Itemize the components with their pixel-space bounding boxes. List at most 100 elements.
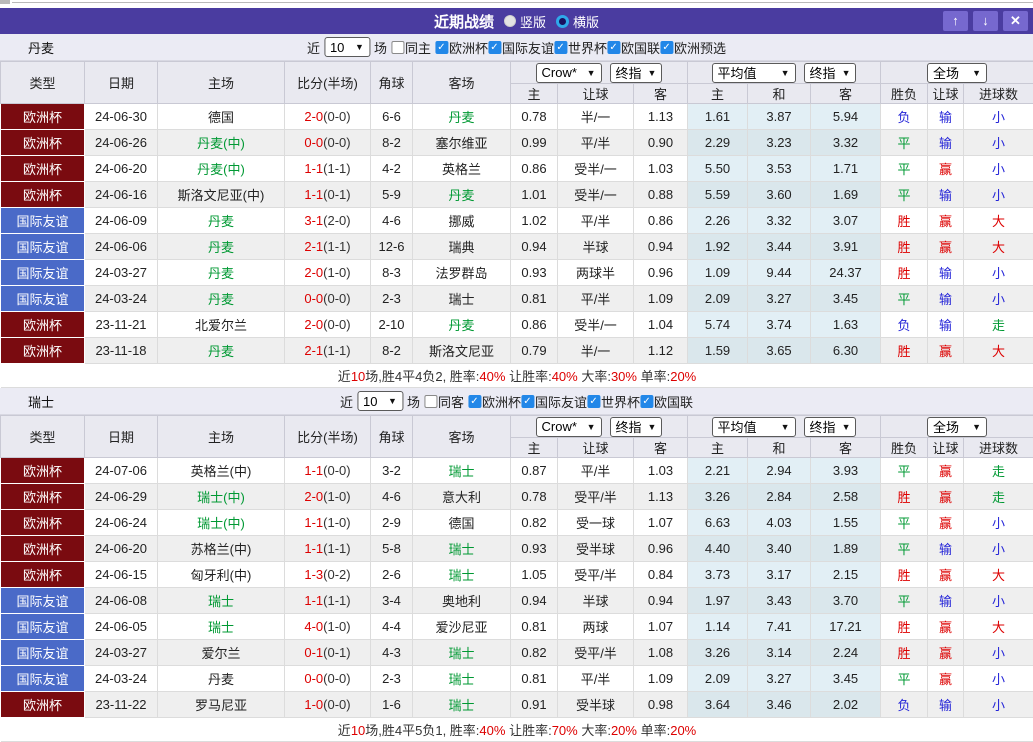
result-handicap: 赢 [928, 614, 964, 640]
bookmaker-select[interactable]: Crow*▼ [536, 417, 602, 437]
average-select[interactable]: 平均值▼ [712, 63, 796, 83]
bookmaker-select[interactable]: Crow*▼ [536, 63, 602, 83]
full-time-score: 1-0 [304, 697, 323, 712]
chevron-down-icon: ▼ [587, 68, 596, 78]
match-date: 24-06-05 [85, 614, 158, 640]
recent-count-value: 10 [330, 40, 344, 55]
home-team: 丹麦 [158, 338, 285, 364]
competition-checkbox[interactable]: ✓欧国联 [607, 38, 660, 57]
summary-stat-value: 40% [552, 369, 578, 384]
half-time-score: (1-1) [323, 343, 350, 358]
odds-handicap: 受半/一 [558, 156, 634, 182]
result-goals: 小 [964, 640, 1033, 666]
match-date: 24-06-15 [85, 562, 158, 588]
close-button[interactable]: ✕ [1003, 11, 1028, 31]
col-header-odds-handicap: 让球 [558, 438, 634, 458]
home-team: 丹麦 [158, 234, 285, 260]
recent-count-select[interactable]: 10 ▼ [324, 37, 370, 57]
checkbox-unchecked-icon [424, 395, 437, 408]
avg-away: 2.58 [811, 484, 881, 510]
home-team: 丹麦 [158, 666, 285, 692]
scope-select[interactable]: 全场▼ [927, 417, 987, 437]
match-type-badge: 国际友谊 [1, 260, 85, 286]
match-type-badge: 欧洲杯 [1, 130, 85, 156]
odds-away: 1.09 [634, 666, 688, 692]
full-time-score: 3-1 [304, 213, 323, 228]
corner-count: 2-3 [371, 286, 413, 312]
layout-horizontal-radio[interactable]: 横版 [556, 12, 599, 31]
home-team: 丹麦 [158, 286, 285, 312]
result-handicap: 输 [928, 536, 964, 562]
full-time-score: 1-3 [304, 567, 323, 582]
match-type-badge: 国际友谊 [1, 286, 85, 312]
chevron-down-icon: ▼ [842, 68, 851, 78]
home-team: 苏格兰(中) [158, 536, 285, 562]
average-stage-select[interactable]: 终指▼ [804, 417, 857, 437]
col-header-away: 客场 [413, 62, 511, 104]
match-type-badge: 欧洲杯 [1, 692, 85, 718]
checkbox-checked-icon: ✓ [607, 41, 620, 54]
result-handicap: 输 [928, 104, 964, 130]
competition-checkbox[interactable]: ✓欧国联 [640, 392, 693, 411]
avg-draw: 3.27 [748, 286, 811, 312]
competition-checkbox[interactable]: ✓世界杯 [554, 38, 607, 57]
odds-stage-select[interactable]: 终指▼ [610, 417, 663, 437]
col-header-date: 日期 [85, 62, 158, 104]
result-goals: 走 [964, 484, 1033, 510]
col-header-handicap-result: 让球 [928, 438, 964, 458]
games-label: 场 [374, 38, 387, 57]
match-date: 24-06-30 [85, 104, 158, 130]
competition-checkbox[interactable]: ✓欧洲杯 [468, 392, 521, 411]
odds-handicap: 受平/半 [558, 640, 634, 666]
same-venue-checkbox[interactable]: 同主 [391, 38, 431, 57]
competition-checkbox[interactable]: ✓欧洲杯 [435, 38, 488, 57]
odds-home: 0.82 [511, 510, 558, 536]
scope-select[interactable]: 全场▼ [927, 63, 987, 83]
summary-text: 近 [338, 369, 351, 384]
recent-label: 近 [340, 392, 353, 411]
avg-home: 1.92 [688, 234, 748, 260]
odds-stage-select[interactable]: 终指▼ [610, 63, 663, 83]
same-venue-checkbox[interactable]: 同客 [424, 392, 464, 411]
competition-checkbox[interactable]: ✓国际友谊 [521, 392, 587, 411]
match-type-badge: 国际友谊 [1, 588, 85, 614]
competition-checkbox[interactable]: ✓欧洲预选 [660, 38, 726, 57]
average-stage-select[interactable]: 终指▼ [804, 63, 857, 83]
half-time-score: (1-1) [323, 239, 350, 254]
match-row: 欧洲杯24-06-15匈牙利(中)1-3(0-2)2-6瑞士1.05受平/半0.… [1, 562, 1033, 588]
odds-away: 1.13 [634, 484, 688, 510]
corner-count: 6-6 [371, 104, 413, 130]
avg-home: 2.26 [688, 208, 748, 234]
result-win-draw-loss: 平 [881, 458, 928, 484]
result-handicap: 输 [928, 286, 964, 312]
summary-stat-value: 40% [479, 723, 505, 738]
score-cell: 1-1(0-0) [285, 458, 371, 484]
competition-checkbox[interactable]: ✓世界杯 [587, 392, 640, 411]
avg-home: 4.40 [688, 536, 748, 562]
summary-text: 场,胜4平4负2, 胜率: [365, 369, 479, 384]
radio-off-icon [504, 15, 516, 27]
col-header-handicap-result: 让球 [928, 84, 964, 104]
scroll-up-button[interactable]: ↑ [943, 11, 968, 31]
layout-vertical-radio[interactable]: 竖版 [504, 12, 546, 31]
corner-count: 4-3 [371, 640, 413, 666]
average-select[interactable]: 平均值▼ [712, 417, 796, 437]
odds-away: 0.98 [634, 692, 688, 718]
recent-count-select[interactable]: 10 ▼ [357, 391, 403, 411]
avg-away: 3.70 [811, 588, 881, 614]
avg-draw: 3.74 [748, 312, 811, 338]
half-time-score: (0-0) [323, 109, 350, 124]
result-goals: 走 [964, 458, 1033, 484]
col-header-type: 类型 [1, 62, 85, 104]
avg-away: 1.63 [811, 312, 881, 338]
col-header-avg-away: 客 [811, 84, 881, 104]
scroll-down-button[interactable]: ↓ [973, 11, 998, 31]
competition-checkbox[interactable]: ✓国际友谊 [488, 38, 554, 57]
odds-home: 0.78 [511, 484, 558, 510]
vertical-radio-label: 竖版 [520, 12, 546, 31]
match-row: 欧洲杯24-06-30德国2-0(0-0)6-6丹麦0.78半/一1.131.6… [1, 104, 1033, 130]
score-cell: 0-0(0-0) [285, 286, 371, 312]
avg-home: 2.29 [688, 130, 748, 156]
match-date: 24-06-24 [85, 510, 158, 536]
same-venue-label: 同客 [438, 392, 464, 411]
